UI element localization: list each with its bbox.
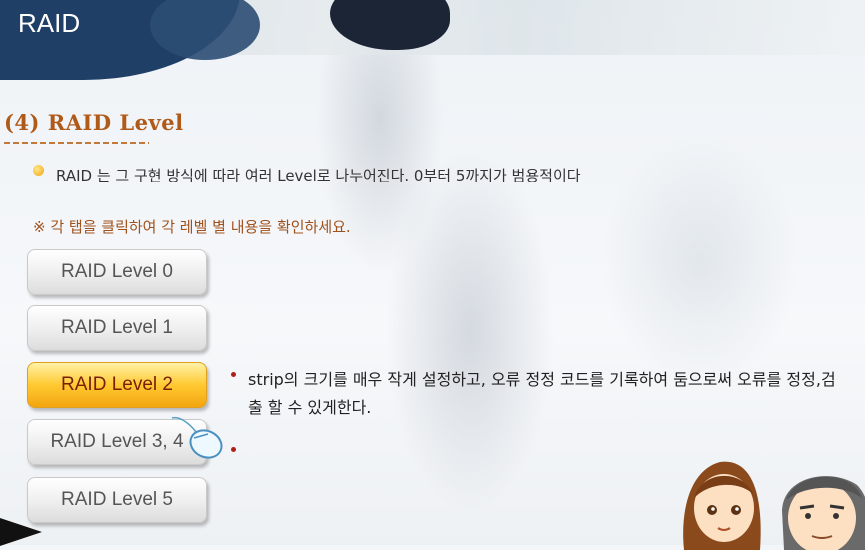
description-text: strip의 크기를 매우 작게 설정하고, 오류 정정 코드를 기록하여 둠으… [248,370,836,417]
next-arrow-icon[interactable] [0,518,42,546]
section-title: (4) RAID Level [4,110,184,135]
tab-raid-level-0[interactable]: RAID Level 0 [27,249,207,295]
bullet-dot-icon [33,165,44,176]
character-illustration [683,461,865,550]
tab-raid-level-5[interactable]: RAID Level 5 [27,477,207,523]
bullet-marker [231,372,236,377]
instruction-text: ※ 각 탭을 클릭하여 각 레벨 별 내용을 확인하세요. [33,218,351,236]
hand-mouse-cursor-icon [171,416,223,459]
page-title: RAID [18,8,81,38]
intro-text: RAID 는 그 구현 방식에 따라 여러 Level로 나누어진다. 0부터 … [56,167,581,182]
tab-raid-level-1[interactable]: RAID Level 1 [27,305,207,351]
bullet-marker-empty [231,447,236,452]
tab-raid-level-2[interactable]: RAID Level 2 [27,362,207,408]
title-underline [4,142,149,144]
